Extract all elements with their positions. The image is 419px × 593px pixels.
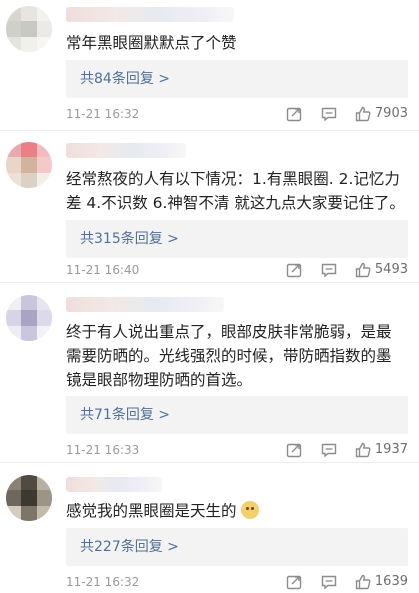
like-icon[interactable] xyxy=(354,573,372,591)
comment-meta: 11-21 16:33 1937 xyxy=(66,440,408,460)
avatar-tile xyxy=(6,157,22,173)
share-icon[interactable] xyxy=(285,105,303,123)
avatar-tile xyxy=(36,490,52,506)
comment-icon[interactable] xyxy=(320,105,338,123)
comment-item: 感觉我的黑眼圈是天生的 共227条回复 > 11-21 16:32 1639 xyxy=(0,463,419,593)
share-icon[interactable] xyxy=(285,261,303,279)
like-count: 1639 xyxy=(374,574,408,589)
avatar-tile xyxy=(36,310,52,326)
username-redacted[interactable] xyxy=(66,297,224,312)
avatar-tile xyxy=(6,475,22,491)
comment-item: 常年黑眼圈默默点了个赞 共84条回复 > 11-21 16:32 7903 xyxy=(0,0,419,130)
comment-text: 感觉我的黑眼圈是天生的 xyxy=(66,499,407,523)
view-replies-button[interactable]: 共227条回复 > xyxy=(66,528,408,566)
view-replies-button[interactable]: 共71条回复 > xyxy=(66,396,408,434)
avatar[interactable] xyxy=(6,6,52,52)
avatar-tile xyxy=(21,325,37,341)
avatar[interactable] xyxy=(6,295,52,341)
comment-item: 终于有人说出重点了，眼部皮肤非常脆弱，是最 需要防晒的。光线强烈的时候，带防晒指… xyxy=(0,283,419,460)
avatar[interactable] xyxy=(6,475,52,521)
comment-icon[interactable] xyxy=(320,573,338,591)
avatar-tile xyxy=(21,157,37,173)
like-icon[interactable] xyxy=(354,261,372,279)
comment-meta: 11-21 16:40 5493 xyxy=(66,260,408,280)
username-redacted[interactable] xyxy=(66,143,186,158)
avatar-tile xyxy=(36,505,52,521)
comment-text: 经常熬夜的人有以下情况：1.有黑眼圈. 2.记忆力 差 4.不识数 6.神智不清… xyxy=(66,170,405,212)
avatar-tile xyxy=(21,36,37,52)
like-icon[interactable] xyxy=(354,441,372,459)
comment-icon[interactable] xyxy=(320,441,338,459)
comment-time: 11-21 16:32 xyxy=(66,107,140,121)
avatar-tile xyxy=(36,21,52,37)
avatar-tile xyxy=(36,172,52,188)
view-replies-button[interactable]: 共84条回复 > xyxy=(66,60,408,98)
avatar-tile xyxy=(36,475,52,491)
comment-time: 11-21 16:40 xyxy=(66,263,140,277)
username-redacted[interactable] xyxy=(66,7,234,22)
avatar-tile xyxy=(21,505,37,521)
comment-time: 11-21 16:32 xyxy=(66,575,140,589)
avatar-tile xyxy=(21,21,37,37)
avatar-tile xyxy=(21,490,37,506)
avatar-tile xyxy=(21,295,37,311)
avatar-tile xyxy=(36,36,52,52)
like-count: 7903 xyxy=(374,106,408,121)
like-count: 5493 xyxy=(374,262,408,277)
avatar-tile xyxy=(36,295,52,311)
avatar-tile xyxy=(6,6,22,22)
avatar-tile xyxy=(36,157,52,173)
share-icon[interactable] xyxy=(285,441,303,459)
avatar-tile xyxy=(6,325,22,341)
comment-text: 终于有人说出重点了，眼部皮肤非常脆弱，是最 需要防晒的。光线强烈的时候，带防晒指… xyxy=(66,323,392,389)
avatar-tile xyxy=(21,310,37,326)
comment-item: 经常熬夜的人有以下情况：1.有黑眼圈. 2.记忆力 差 4.不识数 6.神智不清… xyxy=(0,131,419,280)
avatar-tile xyxy=(21,172,37,188)
avatar-tile xyxy=(21,6,37,22)
avatar-tile xyxy=(21,475,37,491)
avatar-tile xyxy=(36,6,52,22)
share-icon[interactable] xyxy=(285,573,303,591)
like-icon[interactable] xyxy=(354,105,372,123)
avatar-tile xyxy=(6,172,22,188)
avatar[interactable] xyxy=(6,142,52,188)
avatar-tile xyxy=(6,490,22,506)
avatar-tile xyxy=(36,142,52,158)
doge-emoji-icon xyxy=(240,501,259,519)
avatar-tile xyxy=(21,142,37,158)
username-redacted[interactable] xyxy=(66,477,162,492)
avatar-tile xyxy=(36,325,52,341)
avatar-tile xyxy=(6,295,22,311)
avatar-tile xyxy=(6,310,22,326)
avatar-tile xyxy=(6,142,22,158)
avatar-tile xyxy=(6,36,22,52)
avatar-tile xyxy=(6,505,22,521)
like-count: 1937 xyxy=(374,442,408,457)
comment-text: 常年黑眼圈默默点了个赞 xyxy=(66,34,237,52)
avatar-tile xyxy=(6,21,22,37)
comment-meta: 11-21 16:32 1639 xyxy=(66,572,408,592)
comment-meta: 11-21 16:32 7903 xyxy=(66,104,408,124)
view-replies-button[interactable]: 共315条回复 > xyxy=(66,220,408,258)
comment-time: 11-21 16:33 xyxy=(66,443,140,457)
comment-icon[interactable] xyxy=(320,261,338,279)
